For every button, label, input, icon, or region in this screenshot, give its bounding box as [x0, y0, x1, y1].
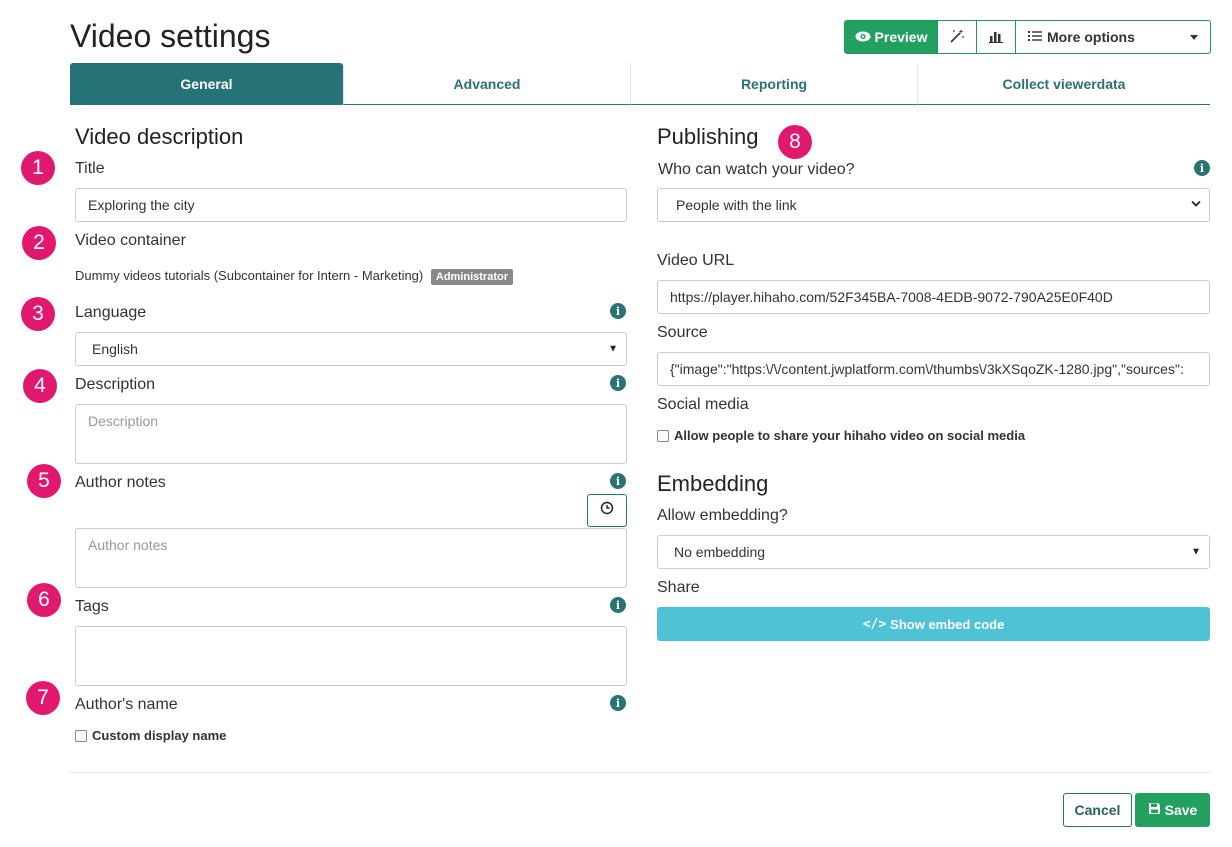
- author-notes-textarea[interactable]: Author notes: [75, 528, 627, 588]
- description-placeholder: Description: [88, 413, 159, 429]
- interactions-button[interactable]: [938, 20, 977, 54]
- who-can-watch-value: People with the link: [676, 197, 797, 213]
- history-button[interactable]: [587, 494, 627, 527]
- bar-chart-icon: [988, 28, 1004, 47]
- show-embed-code-button[interactable]: </> Show embed code: [657, 607, 1210, 641]
- allow-embedding-value: No embedding: [674, 544, 766, 560]
- allow-embedding-label: Allow embedding?: [657, 507, 788, 524]
- author-notes-placeholder: Author notes: [88, 537, 168, 553]
- video-url-label: Video URL: [657, 252, 735, 269]
- code-icon: </>: [862, 616, 887, 632]
- annotation-8: 8: [778, 125, 812, 159]
- title-label: Title: [75, 160, 105, 177]
- toolbar: Preview More options: [844, 20, 1211, 54]
- magic-wand-icon: [949, 28, 965, 47]
- video-url-input[interactable]: https://player.hihaho.com/52F345BA-7008-…: [657, 280, 1210, 314]
- save-label: Save: [1164, 802, 1198, 818]
- who-can-watch-label: Who can watch your video?: [658, 161, 855, 178]
- more-options-dropdown[interactable]: More options: [1016, 20, 1211, 54]
- floppy-disk-icon: [1148, 802, 1161, 818]
- page-title: Video settings: [70, 18, 271, 54]
- video-description-title: Video description: [75, 124, 244, 149]
- preview-label: Preview: [874, 29, 928, 45]
- save-button[interactable]: Save: [1135, 793, 1210, 827]
- social-share-label: Allow people to share your hihaho video …: [674, 428, 1026, 443]
- social-share-row: Allow people to share your hihaho video …: [657, 428, 1025, 443]
- description-label: Description: [75, 376, 156, 393]
- video-container-label: Video container: [75, 232, 186, 249]
- show-embed-code-label: Show embed code: [890, 616, 1005, 632]
- annotation-3: 3: [21, 297, 55, 331]
- annotation-7: 7: [26, 681, 60, 715]
- who-can-watch-info-icon[interactable]: i: [1194, 160, 1210, 176]
- language-info-icon[interactable]: i: [610, 303, 626, 319]
- language-label: Language: [75, 304, 147, 321]
- tab-collect-viewerdata[interactable]: Collect viewerdata: [917, 63, 1210, 105]
- tags-label: Tags: [75, 598, 109, 615]
- select-arrow-icon: ▼: [1191, 546, 1201, 558]
- description-info-icon[interactable]: i: [610, 375, 626, 391]
- tab-advanced[interactable]: Advanced: [343, 63, 630, 105]
- annotation-1: 1: [21, 151, 55, 185]
- tags-info-icon[interactable]: i: [610, 597, 626, 613]
- statistics-button[interactable]: [977, 20, 1016, 54]
- tab-bar: General Advanced Reporting Collect viewe…: [70, 63, 1210, 105]
- clock-icon: [600, 501, 614, 520]
- source-input[interactable]: {"image":"https:\/\/content.jwplatform.c…: [657, 352, 1210, 386]
- embedding-title: Embedding: [657, 471, 769, 496]
- social-share-checkbox[interactable]: [657, 429, 669, 442]
- allow-embedding-select[interactable]: No embedding ▼: [657, 535, 1210, 569]
- video-container-name: Dummy videos tutorials (Subcontainer for…: [75, 268, 424, 283]
- preview-button[interactable]: Preview: [844, 20, 938, 54]
- chevron-down-icon: [1191, 200, 1201, 211]
- tab-reporting[interactable]: Reporting: [630, 63, 917, 105]
- video-container-value: Dummy videos tutorials (Subcontainer for…: [75, 268, 513, 285]
- select-arrow-icon: ▼: [608, 343, 618, 355]
- language-value: English: [92, 341, 138, 357]
- annotation-5: 5: [27, 464, 61, 498]
- custom-display-name-label: Custom display name: [92, 728, 227, 743]
- footer-divider: [70, 772, 1210, 773]
- annotation-2: 2: [22, 226, 56, 260]
- social-media-label: Social media: [657, 396, 749, 413]
- annotation-4: 4: [23, 369, 57, 403]
- authors-name-label: Author's name: [75, 696, 178, 713]
- who-can-watch-select[interactable]: People with the link: [657, 188, 1210, 222]
- tags-input[interactable]: [75, 626, 627, 686]
- publishing-title: Publishing: [657, 124, 759, 149]
- caret-down-icon: [1190, 34, 1198, 40]
- annotation-6: 6: [27, 583, 61, 617]
- custom-display-name-row: Custom display name: [75, 728, 226, 743]
- role-badge: Administrator: [430, 268, 513, 285]
- share-label: Share: [657, 579, 700, 596]
- more-options-label: More options: [1047, 29, 1135, 45]
- source-label: Source: [657, 324, 708, 341]
- eye-icon: [855, 29, 871, 45]
- language-select[interactable]: English ▼: [75, 332, 627, 366]
- cancel-button[interactable]: Cancel: [1063, 793, 1132, 827]
- tab-general[interactable]: General: [70, 63, 343, 105]
- author-notes-label: Author notes: [75, 474, 166, 491]
- title-input[interactable]: Exploring the city: [75, 188, 627, 222]
- authors-name-info-icon[interactable]: i: [610, 695, 626, 711]
- author-notes-info-icon[interactable]: i: [610, 473, 626, 489]
- description-textarea[interactable]: Description: [75, 404, 627, 464]
- custom-display-name-checkbox[interactable]: [75, 729, 87, 742]
- list-icon: [1028, 29, 1042, 45]
